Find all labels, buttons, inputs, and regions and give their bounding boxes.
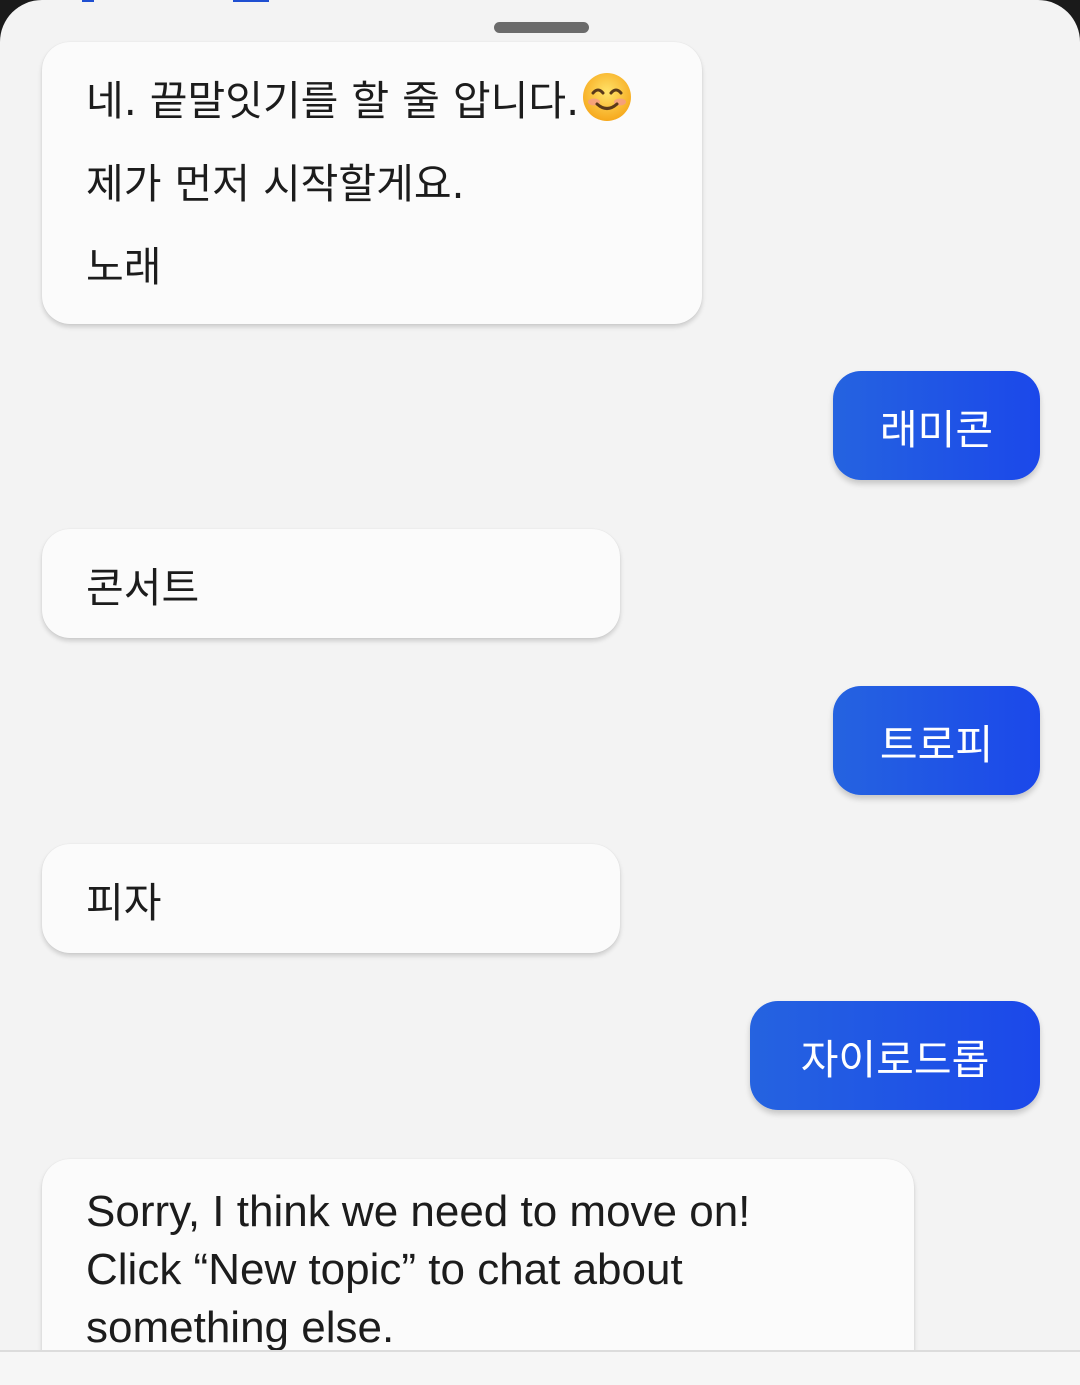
smiling-face-emoji-icon — [583, 73, 632, 121]
message-text: 자이로드롭 — [800, 1035, 990, 1084]
user-message: 트로피 — [833, 686, 1040, 795]
message-line: 네. 끝말잇기를 할 줄 압니다. — [86, 60, 672, 143]
message-line: something else. — [86, 1303, 395, 1352]
chat-sheet: 네. 끝말잇기를 할 줄 압니다. 제가 먼저 시작할게요. 노래 래미콘 콘서… — [0, 0, 1080, 1385]
message-text: 피자 — [86, 878, 162, 927]
bot-message: 피자 — [42, 844, 620, 953]
message-text: 콘서트 — [86, 563, 200, 612]
bottom-input-area-edge — [0, 1350, 1080, 1385]
message-text: 네. 끝말잇기를 할 줄 압니다. — [86, 77, 580, 125]
bot-message: 네. 끝말잇기를 할 줄 압니다. 제가 먼저 시작할게요. 노래 — [42, 42, 702, 324]
accent-mark — [82, 0, 94, 2]
user-message: 래미콘 — [833, 371, 1040, 480]
user-message: 자이로드롭 — [750, 1001, 1040, 1110]
accent-mark — [233, 0, 269, 2]
message-line: Click “New topic” to chat about — [86, 1245, 683, 1294]
bot-message: 콘서트 — [42, 529, 620, 638]
message-line: Sorry, I think we need to move on! — [86, 1187, 751, 1236]
message-text: 트로피 — [879, 720, 994, 769]
top-accent-strip — [0, 0, 1080, 4]
message-line: 노래 — [86, 243, 162, 291]
drag-handle[interactable] — [494, 22, 589, 33]
message-line: 제가 먼저 시작할게요. — [86, 160, 465, 208]
message-text: 래미콘 — [879, 405, 994, 454]
message-text-block: Sorry, I think we need to move on! Click… — [86, 1159, 884, 1357]
